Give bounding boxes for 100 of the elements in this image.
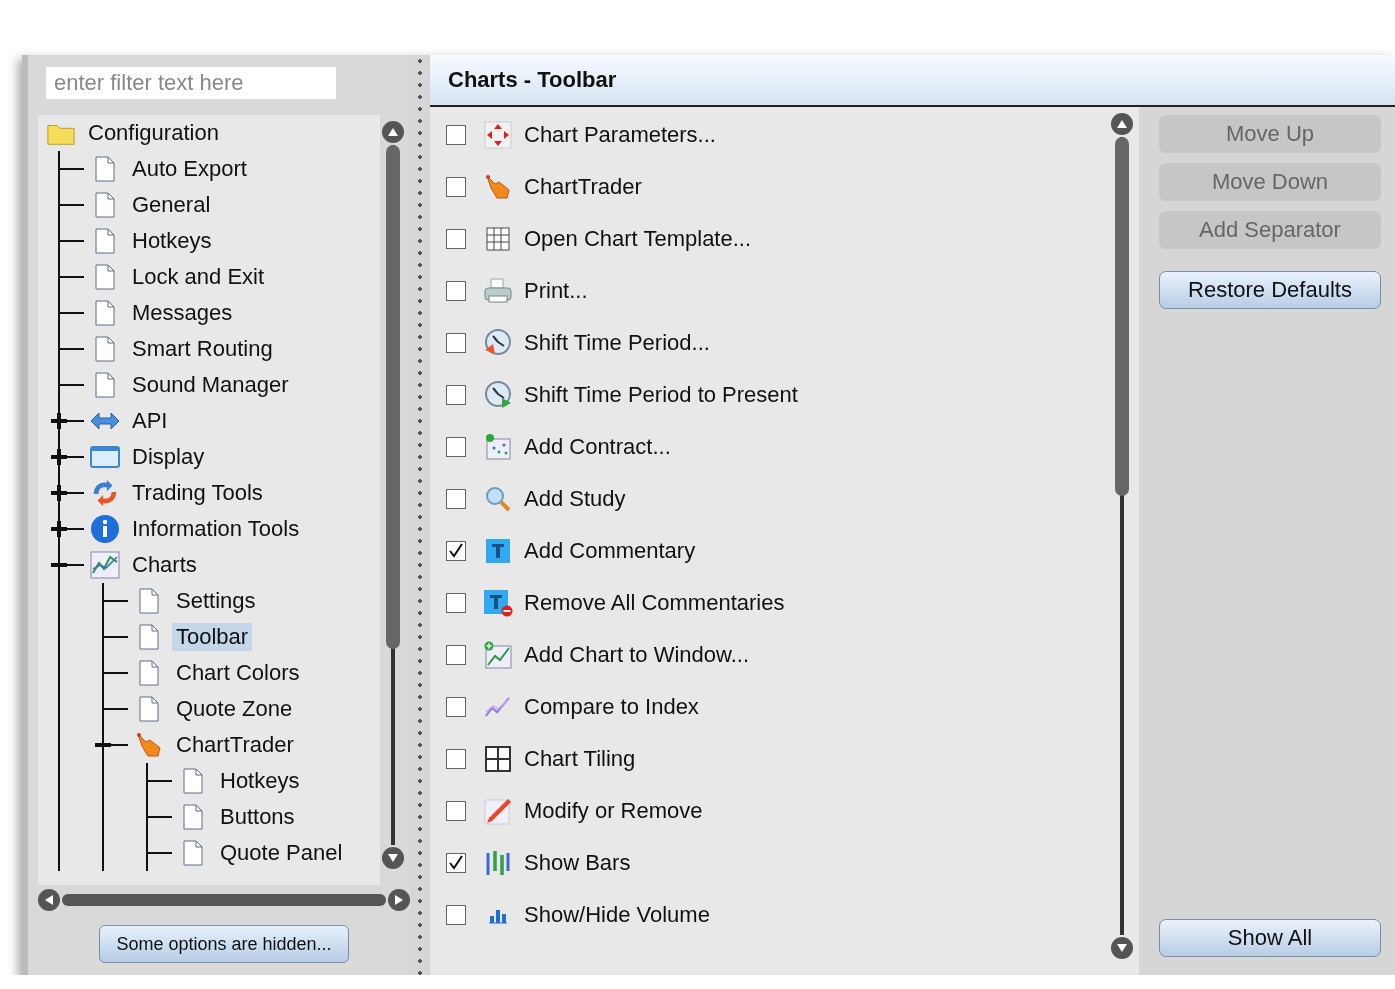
tree-item[interactable]: Sound Manager — [128, 371, 293, 399]
tree-item[interactable]: Quote Panel — [216, 839, 347, 867]
tree-item[interactable]: Hotkeys — [216, 767, 304, 795]
checkbox[interactable] — [446, 801, 466, 821]
checkbox[interactable] — [446, 645, 466, 665]
side-button[interactable]: Restore Defaults — [1159, 271, 1381, 309]
checkbox[interactable] — [446, 281, 466, 301]
tree-item[interactable]: Chart Colors — [172, 659, 304, 687]
checkbox[interactable] — [446, 749, 466, 769]
tree-item[interactable]: Display — [128, 443, 209, 471]
item-label: Remove All Commentaries — [524, 590, 785, 616]
scrollbar-thumb[interactable] — [386, 145, 400, 649]
checkbox[interactable] — [446, 853, 466, 873]
monitor-icon — [90, 445, 120, 469]
item-label: Add Contract... — [524, 434, 671, 460]
scroll-down-icon[interactable] — [1111, 937, 1133, 959]
page-icon — [138, 624, 160, 650]
tree-item[interactable]: Toolbar — [172, 623, 253, 651]
tree-item[interactable]: Settings — [172, 587, 260, 615]
page-icon — [94, 264, 116, 290]
tree-item[interactable]: Information Tools — [128, 515, 304, 543]
checkbox[interactable] — [446, 593, 466, 613]
item-label: Compare to Index — [524, 694, 699, 720]
tree-item[interactable]: Auto Export — [128, 155, 251, 183]
line-chart-icon — [90, 551, 120, 579]
checkbox[interactable] — [446, 385, 466, 405]
item-label: Chart Tiling — [524, 746, 636, 772]
tree-item[interactable]: Hotkeys — [128, 227, 216, 255]
scroll-up-icon[interactable] — [382, 121, 404, 143]
grid-icon — [485, 226, 511, 252]
filter-field[interactable]: enter filter text here — [46, 67, 336, 99]
expand-icon[interactable] — [51, 521, 67, 537]
show-all-button[interactable]: Show All — [1159, 919, 1381, 957]
tree-item[interactable]: Lock and Exit — [128, 263, 269, 291]
scroll-left-icon[interactable] — [38, 889, 60, 911]
scrollbar-thumb[interactable] — [62, 894, 386, 906]
tree-item[interactable]: Charts — [128, 551, 201, 579]
text-remove-icon — [483, 589, 513, 617]
splitter[interactable] — [410, 55, 430, 975]
scatter-plot-icon — [484, 433, 512, 461]
printer-icon — [483, 277, 513, 305]
item-label: Show Bars — [524, 850, 631, 876]
checkbox[interactable] — [446, 229, 466, 249]
item-label: Shift Time Period... — [524, 330, 710, 356]
pencil-icon — [484, 797, 512, 825]
hand-pointer-icon — [135, 732, 163, 758]
tiles-icon — [484, 745, 512, 773]
tree-item[interactable]: Trading Tools — [128, 479, 267, 507]
tree-item[interactable]: API — [128, 407, 172, 435]
clock-icon — [483, 328, 513, 358]
checkbox[interactable] — [446, 333, 466, 353]
checkbox[interactable] — [446, 125, 466, 145]
panel-title: Charts - Toolbar — [448, 67, 617, 93]
scroll-up-icon[interactable] — [1111, 113, 1133, 135]
page-icon — [94, 192, 116, 218]
page-icon — [94, 300, 116, 326]
item-label: Chart Parameters... — [524, 122, 716, 148]
double-arrow-icon — [90, 410, 120, 432]
checkbox[interactable] — [446, 437, 466, 457]
text-icon — [485, 538, 511, 564]
item-label: ChartTrader — [524, 174, 642, 200]
page-icon — [138, 660, 160, 686]
page-icon — [182, 768, 204, 794]
four-arrows-icon — [484, 121, 512, 149]
item-label: Add Study — [524, 486, 626, 512]
item-label: Open Chart Template... — [524, 226, 752, 252]
item-label: Add Commentary — [524, 538, 696, 564]
hand-pointer-icon — [484, 174, 512, 200]
tree-item[interactable]: Messages — [128, 299, 237, 327]
scroll-down-icon[interactable] — [382, 847, 404, 869]
price-bars-icon — [484, 849, 512, 877]
scrollbar-thumb[interactable] — [1115, 137, 1129, 497]
page-icon — [94, 156, 116, 182]
tree-item[interactable]: ChartTrader — [172, 731, 298, 759]
page-icon — [94, 228, 116, 254]
page-icon — [182, 804, 204, 830]
add-chart-icon — [483, 641, 513, 669]
page-icon — [182, 840, 204, 866]
hidden-options-button[interactable]: Some options are hidden... — [99, 925, 349, 963]
tree-item[interactable]: Buttons — [216, 803, 299, 831]
page-icon — [94, 336, 116, 362]
scroll-right-icon[interactable] — [388, 889, 410, 911]
tree-item[interactable]: General — [128, 191, 215, 219]
checkbox[interactable] — [446, 905, 466, 925]
item-label: Shift Time Period to Present — [524, 382, 798, 408]
expand-icon[interactable] — [51, 485, 67, 501]
page-icon — [138, 588, 160, 614]
item-label: Add Chart to Window... — [524, 642, 749, 668]
info-icon — [90, 514, 120, 544]
checkbox[interactable] — [446, 489, 466, 509]
tree-item[interactable]: Configuration — [84, 119, 223, 147]
tree-item[interactable]: Quote Zone — [172, 695, 297, 723]
checkbox[interactable] — [446, 697, 466, 717]
checkbox[interactable] — [446, 177, 466, 197]
expand-icon[interactable] — [51, 413, 67, 429]
checkbox[interactable] — [446, 541, 466, 561]
item-label: Print... — [524, 278, 588, 304]
tree-item[interactable]: Smart Routing — [128, 335, 277, 363]
page-icon — [94, 372, 116, 398]
expand-icon[interactable] — [51, 449, 67, 465]
